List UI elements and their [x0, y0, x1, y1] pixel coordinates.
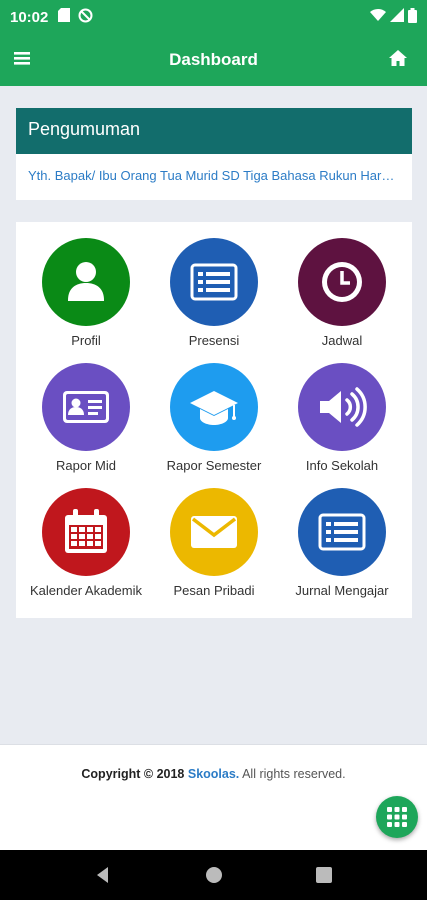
home-nav-button[interactable] [203, 864, 225, 886]
calendar-icon [42, 488, 130, 576]
menu-item-label: Jurnal Mengajar [295, 583, 389, 598]
menu-button[interactable] [14, 50, 34, 70]
menu-item-label: Profil [71, 333, 101, 348]
sd-card-icon [58, 8, 71, 26]
home-button[interactable] [389, 50, 409, 70]
graduation-cap-icon [170, 363, 258, 451]
menu-item-pesan-pribadi[interactable]: Pesan Pribadi [148, 488, 280, 608]
home-icon [389, 50, 407, 66]
menu-item-label: Rapor Mid [56, 458, 116, 473]
menu-item-profil[interactable]: Profil [20, 238, 152, 358]
rights-text: All rights reserved. [242, 767, 346, 781]
menu-item-presensi[interactable]: Presensi [148, 238, 280, 358]
system-nav-bar [0, 850, 427, 900]
apps-fab-button[interactable] [376, 796, 418, 838]
copyright-label: Copyright © 2018 [81, 767, 185, 781]
announcement-card: Pengumuman Yth. Bapak/ Ibu Orang Tua Mur… [16, 108, 412, 200]
footer: Copyright © 2018 Skoolas. All rights res… [0, 744, 427, 850]
menu-item-rapor-semester[interactable]: Rapor Semester [148, 363, 280, 483]
menu-item-label: Info Sekolah [305, 458, 379, 473]
grid-icon [387, 807, 407, 827]
copyright-text: Copyright © 2018 Skoolas. All rights res… [0, 767, 427, 781]
menu-item-label: Pesan Pribadi [173, 583, 255, 598]
battery-icon [408, 7, 417, 27]
clock-icon [298, 238, 386, 326]
menu-item-jurnal-mengajar[interactable]: Jurnal Mengajar [276, 488, 408, 608]
menu-item-label: Presensi [188, 333, 240, 348]
list-card-icon [170, 238, 258, 326]
brand-link[interactable]: Skoolas. [188, 767, 239, 781]
menu-grid: Profil Presensi Jadwal Rapor Mid Rapor S… [16, 222, 412, 618]
recents-button[interactable] [313, 864, 335, 886]
menu-item-rapor-mid[interactable]: Rapor Mid [20, 363, 152, 483]
wifi-icon [370, 8, 386, 26]
menu-item-kalender-akademik[interactable]: Kalender Akademik [20, 488, 152, 608]
app-bar: Dashboard [0, 34, 427, 86]
status-time: 10:02 [10, 8, 49, 26]
hamburger-icon [14, 52, 30, 65]
speaker-icon [298, 363, 386, 451]
page-title: Dashboard [169, 50, 258, 69]
signal-icon [390, 8, 404, 26]
menu-item-jadwal[interactable]: Jadwal [276, 238, 408, 358]
back-triangle-icon [97, 867, 108, 883]
back-button[interactable] [92, 864, 114, 886]
id-card-icon [42, 363, 130, 451]
home-circle-icon [206, 867, 222, 883]
menu-item-info-sekolah[interactable]: Info Sekolah [276, 363, 408, 483]
status-bar: 10:02 [0, 0, 427, 34]
menu-item-label: Kalender Akademik [29, 583, 142, 598]
recents-square-icon [316, 867, 332, 883]
user-icon [42, 238, 130, 326]
status-icons [370, 7, 417, 27]
envelope-icon [170, 488, 258, 576]
menu-item-label: Rapor Semester [166, 458, 262, 473]
menu-item-label: Jadwal [321, 333, 363, 348]
announcement-link[interactable]: Yth. Bapak/ Ibu Orang Tua Murid SD Tiga … [16, 154, 412, 183]
no-disturb-icon [78, 8, 93, 27]
announcement-title: Pengumuman [16, 108, 412, 154]
list-card-icon [298, 488, 386, 576]
